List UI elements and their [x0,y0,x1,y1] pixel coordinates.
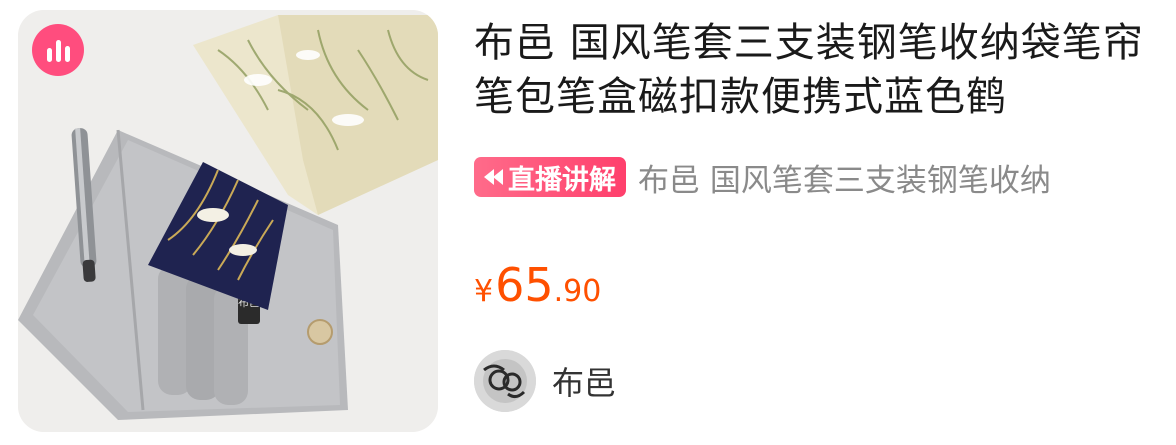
product-image[interactable]: 布邑 [18,10,438,432]
product-photo: 布邑 [18,10,438,432]
bar-chart-icon [32,24,84,76]
live-tag-label: 直播讲解 [508,164,616,196]
shop-avatar[interactable] [474,350,536,412]
live-explanation-row[interactable]: 直播讲解 布邑 国风笔套三支装钢笔收纳 [474,156,1174,198]
live-description: 布邑 国风笔套三支装钢笔收纳 [638,162,1051,199]
avatar-image [474,350,536,412]
product-card[interactable]: 布邑 布邑 国 [0,0,1176,445]
rewind-icon [484,169,503,185]
price-decimal: .90 [553,274,602,309]
price-currency: ¥ [474,274,494,309]
product-title[interactable]: 布邑 国风笔套三支装钢笔收纳袋笔帘笔包笔盒磁扣款便携式蓝色鹤 [474,16,1164,124]
price: ¥ 65 .90 [474,262,601,308]
live-tag[interactable]: 直播讲解 [474,157,626,197]
shop-info[interactable]: 布邑 [474,350,616,412]
shop-name[interactable]: 布邑 [552,358,616,404]
price-integer: 65 [495,258,554,312]
